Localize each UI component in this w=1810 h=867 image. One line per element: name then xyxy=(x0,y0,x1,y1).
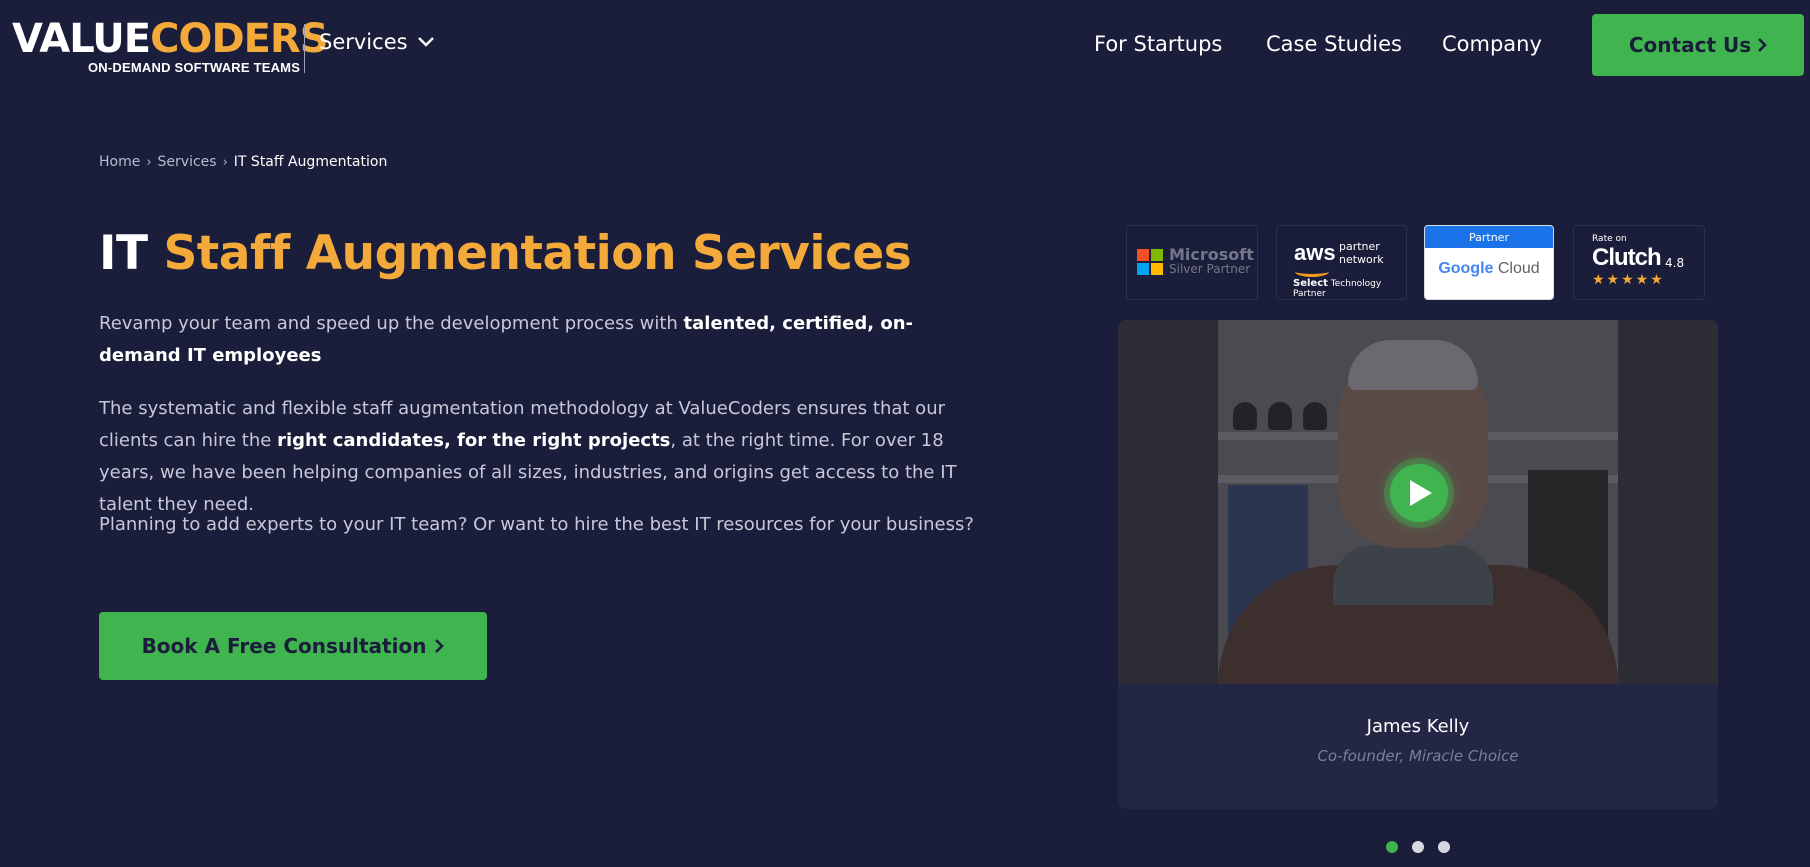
site-header: VALUECODERS ON-DEMAND SOFTWARE TEAMS Ser… xyxy=(0,0,1810,90)
page-title: IT Staff Augmentation Services xyxy=(99,224,912,284)
intro-paragraph: Revamp your team and speed up the develo… xyxy=(99,308,959,372)
google-partner-strip: Partner xyxy=(1425,226,1553,248)
video-shelf-object xyxy=(1303,402,1327,430)
testimonial-card: James Kelly Co-founder, Miracle Choice xyxy=(1118,320,1718,809)
services-dropdown[interactable]: Services xyxy=(319,30,434,54)
aws-pn-line1: partner xyxy=(1339,240,1380,253)
carousel-dot[interactable] xyxy=(1438,841,1450,853)
chevron-right-icon xyxy=(1758,38,1767,52)
nav-case-studies[interactable]: Case Studies xyxy=(1266,32,1402,56)
microsoft-badge-text: Microsoft Silver Partner xyxy=(1169,247,1254,277)
book-consultation-label: Book A Free Consultation xyxy=(141,634,427,658)
planning-paragraph: Planning to add experts to your IT team?… xyxy=(99,514,974,535)
methodology-paragraph: The systematic and flexible staff augmen… xyxy=(99,393,979,521)
google-product: Cloud xyxy=(1497,260,1540,277)
logo-wordmark: VALUECODERS xyxy=(12,16,329,62)
clutch-logo: Clutch xyxy=(1592,244,1662,271)
carousel-dot[interactable] xyxy=(1386,841,1398,853)
clutch-rating-badge[interactable]: Rate on Clutch 4.8 ★★★★★ xyxy=(1573,225,1705,300)
nav-company[interactable]: Company xyxy=(1442,32,1542,56)
logo-wordmark-coders: CODERS xyxy=(150,16,328,62)
clutch-rate-on: Rate on xyxy=(1592,234,1627,244)
contact-us-button[interactable]: Contact Us xyxy=(1592,14,1804,76)
methodology-highlight: right candidates, for the right projects xyxy=(277,430,671,451)
contact-us-label: Contact Us xyxy=(1628,33,1752,57)
video-shelf-object xyxy=(1233,402,1257,430)
testimonial-video[interactable] xyxy=(1118,320,1718,684)
chevron-down-icon xyxy=(417,37,434,47)
carousel-dot[interactable] xyxy=(1412,841,1424,853)
microsoft-tier: Silver Partner xyxy=(1169,262,1251,276)
intro-text: Revamp your team and speed up the develo… xyxy=(99,313,684,334)
header-divider xyxy=(304,24,305,73)
clutch-score: 4.8 xyxy=(1665,256,1685,270)
microsoft-partner-badge: Microsoft Silver Partner xyxy=(1126,225,1258,300)
microsoft-name: Microsoft xyxy=(1169,245,1254,264)
title-plain: IT xyxy=(99,226,148,281)
breadcrumb-chevron-icon: › xyxy=(222,154,228,170)
aws-pn-line2: network xyxy=(1339,253,1384,266)
aws-select: Select xyxy=(1293,278,1328,289)
video-shelf-object xyxy=(1268,402,1292,430)
title-accent: Staff Augmentation Services xyxy=(163,226,912,281)
google-word: Google xyxy=(1438,260,1494,277)
testimonial-role: Co-founder, Miracle Choice xyxy=(1317,747,1519,765)
clutch-stars-icon: ★★★★★ xyxy=(1592,272,1665,288)
video-person-collar xyxy=(1333,545,1493,605)
aws-smile-icon xyxy=(1295,266,1329,277)
google-cloud-partner-badge: Partner Google Cloud xyxy=(1424,225,1554,300)
services-label: Services xyxy=(319,30,408,54)
breadcrumb: Home › Services › IT Staff Augmentation xyxy=(99,154,387,170)
aws-partner-network: partner network xyxy=(1339,240,1384,266)
video-left-edge xyxy=(1118,320,1218,684)
breadcrumb-current: IT Staff Augmentation xyxy=(233,154,388,170)
play-video-button[interactable] xyxy=(1390,464,1448,522)
logo-tagline: ON-DEMAND SOFTWARE TEAMS xyxy=(88,60,301,75)
play-icon xyxy=(1410,480,1432,506)
video-right-edge xyxy=(1618,320,1718,684)
nav-for-startups[interactable]: For Startups xyxy=(1094,32,1222,56)
video-person-hair xyxy=(1348,340,1478,390)
google-cloud-logo: Google Cloud xyxy=(1425,260,1553,278)
chevron-right-icon xyxy=(435,639,445,653)
aws-logo: aws xyxy=(1294,240,1336,265)
breadcrumb-home[interactable]: Home xyxy=(99,154,140,170)
aws-partner-badge: aws partner network Select Technology Pa… xyxy=(1276,225,1407,300)
aws-select-tier: Select Technology Partner xyxy=(1293,278,1406,299)
carousel-dots xyxy=(1386,841,1450,853)
breadcrumb-services[interactable]: Services xyxy=(158,154,217,170)
testimonial-name: James Kelly xyxy=(1366,716,1470,737)
logo-wordmark-value: VALUE xyxy=(12,16,151,62)
microsoft-logo-icon xyxy=(1137,249,1163,275)
valuecoders-logo[interactable]: VALUECODERS ON-DEMAND SOFTWARE TEAMS xyxy=(12,16,329,75)
book-consultation-button[interactable]: Book A Free Consultation xyxy=(99,612,487,680)
breadcrumb-chevron-icon: › xyxy=(146,154,152,170)
